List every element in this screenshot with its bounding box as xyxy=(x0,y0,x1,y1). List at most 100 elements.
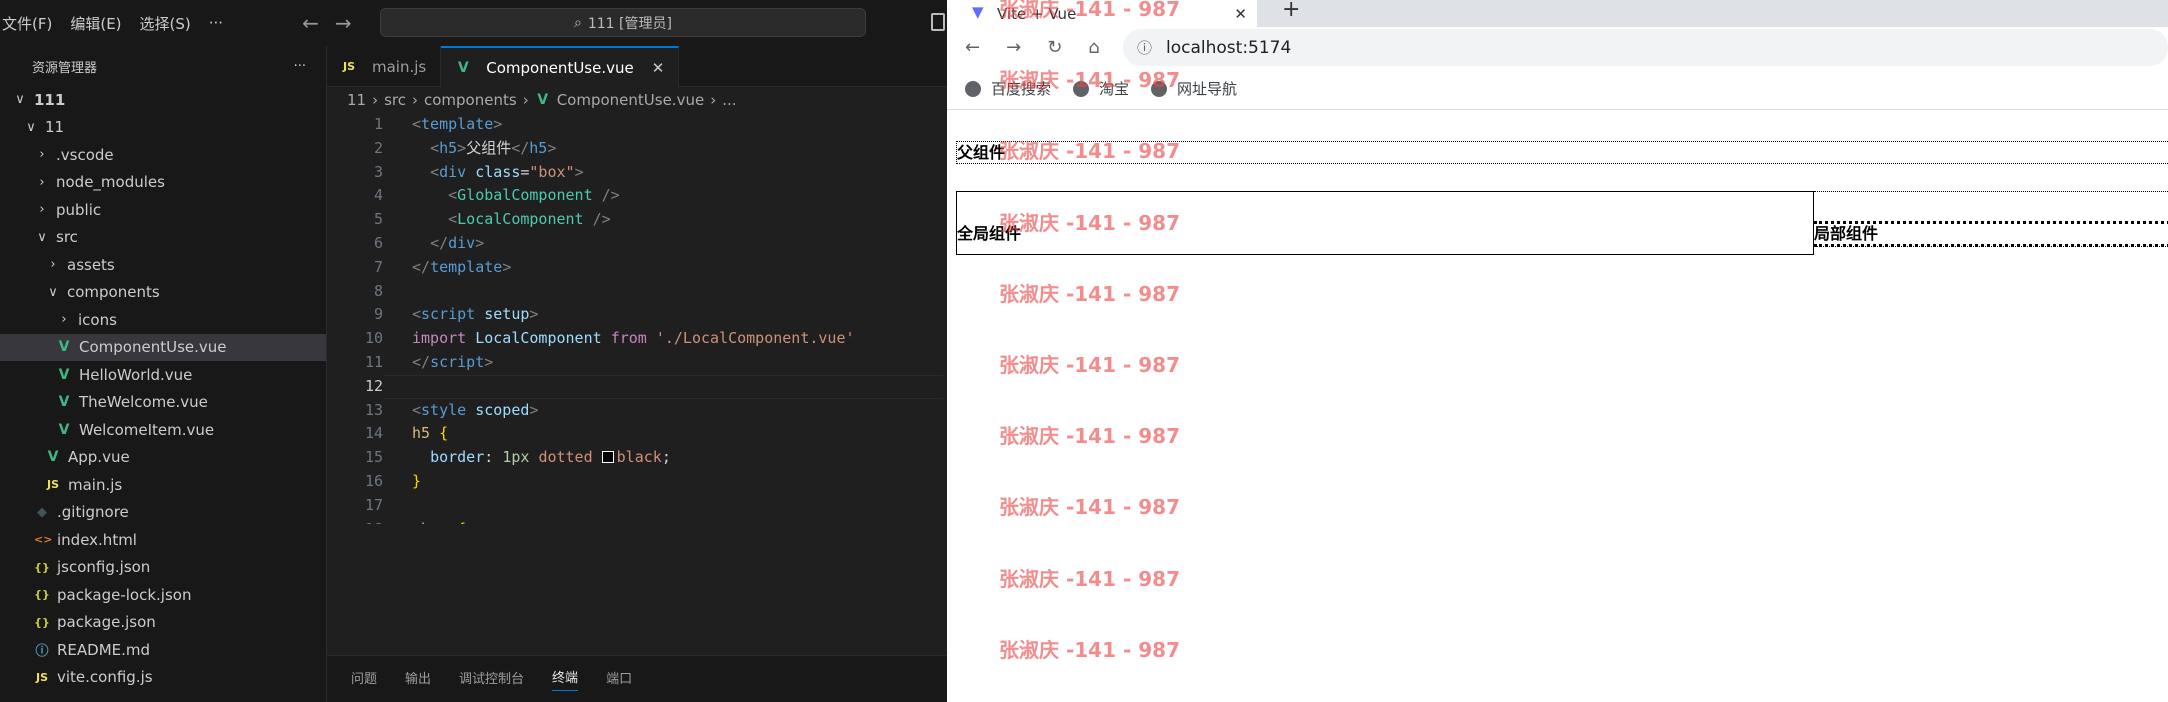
browser-window: ▼ Vite + Vue ✕ + ← → ↻ ⌂ ⓘ localhost:517… xyxy=(947,0,2168,702)
tree-item-label: package.json xyxy=(57,613,156,632)
code-line[interactable]: 10 import LocalComponent from './LocalCom… xyxy=(327,327,947,351)
code-line[interactable]: 18.box { xyxy=(327,518,947,524)
code-line[interactable]: 13 <style scoped> xyxy=(327,399,947,423)
tree-item[interactable]: › public xyxy=(0,196,326,224)
code-line[interactable]: 9 <script setup> xyxy=(327,303,947,327)
line-number: 3 xyxy=(373,162,383,181)
editor-area: JS main.js V ComponentUse.vue ✕ 11 › src… xyxy=(327,46,947,702)
tree-item[interactable]: {} jsconfig.json xyxy=(0,554,326,582)
code-token: > xyxy=(493,115,503,133)
tree-item[interactable]: ◆ .gitignore xyxy=(0,499,326,527)
code-line[interactable]: 4 <GlobalComponent /> xyxy=(327,184,947,208)
watermark-text: 张淑庆 -141 - 987 xyxy=(999,0,1180,21)
code-line[interactable]: 8 xyxy=(327,280,947,304)
code-token: h5 xyxy=(529,138,548,157)
tree-item-label: 11 xyxy=(45,118,65,137)
code-line[interactable]: 14 h5 { xyxy=(327,422,947,446)
globe-icon xyxy=(965,80,981,97)
code-line[interactable]: 3 <div class="box"> xyxy=(327,161,947,185)
code-line[interactable]: 11 </script> xyxy=(327,351,947,375)
tab-componentuse-vue[interactable]: V ComponentUse.vue ✕ xyxy=(441,46,680,87)
panel-tab[interactable]: 问题 xyxy=(351,668,377,691)
code-line[interactable]: 5 <LocalComponent /> xyxy=(327,208,947,232)
code-token: { xyxy=(457,520,466,524)
line-number: 16 xyxy=(364,471,383,490)
code-text: <div class="box"> xyxy=(383,161,584,185)
forward-arrow-icon[interactable]: → xyxy=(1006,37,1021,58)
info-icon[interactable]: ⓘ xyxy=(1137,37,1152,58)
breadcrumb-item[interactable]: 11 xyxy=(347,91,366,109)
tree-item[interactable]: <> index.html xyxy=(0,526,326,554)
tree-item[interactable]: › .vscode xyxy=(0,141,326,169)
tab-main-js[interactable]: JS main.js xyxy=(327,46,442,87)
code-line[interactable]: 7 </template> xyxy=(327,256,947,280)
reload-icon[interactable]: ↻ xyxy=(1047,37,1062,58)
panel-tab[interactable]: 终端 xyxy=(552,667,579,691)
code-line[interactable]: 6 </div> xyxy=(327,232,947,256)
tree-item[interactable]: ∨ 11 xyxy=(0,114,326,142)
json-file-icon: {} xyxy=(34,560,50,574)
breadcrumb-item[interactable]: ComponentUse.vue xyxy=(557,91,705,109)
panel-tab[interactable]: 调试控制台 xyxy=(459,668,524,691)
panel-tab[interactable]: 端口 xyxy=(606,668,632,691)
tree-item[interactable]: ⓘ README.md xyxy=(0,636,326,664)
tree-item[interactable]: › icons xyxy=(0,306,326,334)
tree-item-label: icons xyxy=(78,310,117,329)
menu-selection[interactable]: 选择(S) xyxy=(131,13,200,34)
tree-item-label: App.vue xyxy=(68,448,130,467)
tab-label: ComponentUse.vue xyxy=(486,58,634,77)
tree-item[interactable]: ∨ components xyxy=(0,279,326,307)
code-line[interactable]: 2 <h5>父组件</h5> xyxy=(327,137,947,161)
breadcrumb-item[interactable]: ... xyxy=(722,91,736,109)
breadcrumb-item[interactable]: components xyxy=(424,91,517,109)
vue-file-icon: V xyxy=(47,449,59,466)
code-line[interactable]: 17 xyxy=(327,494,947,518)
back-arrow-icon[interactable]: ← xyxy=(302,11,319,35)
code-editor[interactable]: 1 <template> 2 <h5>父组件</h5> 3 <div class="b… xyxy=(327,113,947,524)
tree-item[interactable]: JS main.js xyxy=(0,471,326,499)
tree-item[interactable]: {} package.json xyxy=(0,609,326,637)
color-swatch[interactable] xyxy=(601,451,614,464)
explorer-more-icon[interactable]: ··· xyxy=(294,59,306,74)
tree-item[interactable]: {} package-lock.json xyxy=(0,581,326,609)
tree-item[interactable]: V ComponentUse.vue xyxy=(0,333,326,361)
js-file-icon: JS xyxy=(35,670,48,684)
code-line[interactable]: 1 <template> xyxy=(327,113,947,137)
code-token: class xyxy=(475,162,521,181)
menu-file[interactable]: 文件(F) xyxy=(0,13,61,34)
menu-edit[interactable]: 编辑(E) xyxy=(61,13,130,34)
close-icon[interactable]: ✕ xyxy=(652,59,665,77)
line-number: 9 xyxy=(373,305,383,324)
code-token: black xyxy=(616,448,662,467)
breadcrumb-item[interactable]: src xyxy=(384,91,406,109)
code-token: > xyxy=(484,352,494,371)
code-line[interactable]: 15 border: 1px dotted black; xyxy=(327,446,947,470)
code-line[interactable]: 16} xyxy=(327,470,947,494)
code-text: border: 1px dotted black; xyxy=(383,446,671,470)
back-arrow-icon[interactable]: ← xyxy=(965,37,980,58)
home-icon[interactable]: ⌂ xyxy=(1088,37,1099,58)
tree-item[interactable]: V WelcomeItem.vue xyxy=(0,416,326,444)
forward-arrow-icon[interactable]: → xyxy=(335,11,352,35)
tree-item[interactable]: › assets xyxy=(0,251,326,279)
tree-item[interactable]: V HelloWorld.vue xyxy=(0,361,326,389)
tree-item[interactable]: V App.vue xyxy=(0,444,326,472)
tree-item[interactable]: JS vite.config.js xyxy=(0,664,326,692)
layout-toggle-icon[interactable] xyxy=(931,13,945,31)
tree-item-label: ComponentUse.vue xyxy=(79,338,227,357)
code-token: ; xyxy=(661,448,671,467)
panel-tab[interactable]: 输出 xyxy=(405,668,431,691)
menu-more[interactable]: ··· xyxy=(200,14,232,32)
tree-item[interactable]: ∨ src xyxy=(0,224,326,252)
code-text: <GlobalComponent /> xyxy=(383,184,620,208)
command-center[interactable]: ⌕ 111 [管理员] xyxy=(380,8,866,37)
tree-item[interactable]: V TheWelcome.vue xyxy=(0,389,326,417)
new-tab-icon[interactable]: + xyxy=(1282,0,1300,22)
tree-item[interactable]: › node_modules xyxy=(0,169,326,197)
address-bar[interactable]: ⓘ localhost:5174 xyxy=(1123,29,2168,66)
code-line[interactable]: 12 xyxy=(327,374,947,399)
tree-item[interactable]: ∨ 111 xyxy=(0,86,326,114)
close-icon[interactable]: ✕ xyxy=(1234,5,1247,23)
